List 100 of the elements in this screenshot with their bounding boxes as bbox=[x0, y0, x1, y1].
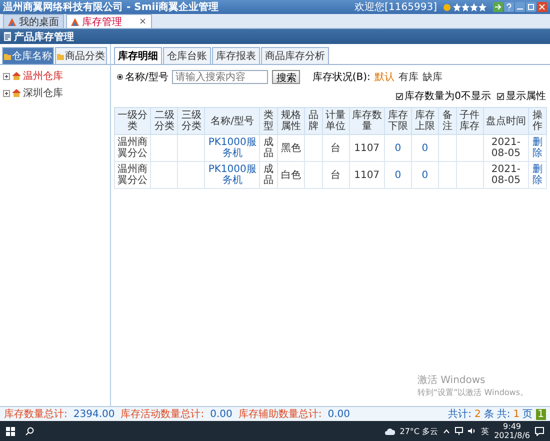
activation-hint: 转到“设置”以激活 Windows。 bbox=[417, 387, 528, 398]
table-cell: 0 bbox=[384, 162, 412, 188]
column-header: 备注 bbox=[438, 108, 456, 134]
column-header: 类型 bbox=[260, 108, 278, 134]
column-header: 品牌 bbox=[304, 108, 322, 134]
search-field[interactable]: 请输入搜索内容 bbox=[172, 70, 268, 84]
table-cell: 温州商翼分公 bbox=[114, 134, 151, 162]
sidebar-tab[interactable]: 仓库名称 bbox=[2, 47, 54, 64]
table-link[interactable]: 删除 bbox=[528, 134, 546, 162]
app-tab[interactable]: 我的桌面 bbox=[3, 14, 64, 28]
help-icon[interactable] bbox=[504, 2, 514, 12]
minimize-icon[interactable] bbox=[515, 2, 525, 12]
page-icon bbox=[4, 32, 11, 41]
tab-close-button[interactable]: × bbox=[139, 16, 147, 26]
table-cell: 成品 bbox=[260, 134, 278, 162]
column-header: 操作 bbox=[528, 108, 546, 134]
column-header: 规格属性 bbox=[278, 108, 305, 134]
sidebar-tab[interactable]: 商品分类 bbox=[55, 47, 107, 64]
clock-time: 9:49 bbox=[503, 422, 522, 431]
tab-label: 库存管理 bbox=[82, 16, 122, 28]
search-button[interactable]: 搜索 bbox=[272, 70, 300, 84]
tree-item[interactable]: 深圳仓库 bbox=[23, 86, 63, 100]
table-cell: 2021-08-05 bbox=[483, 134, 529, 162]
windows-logo-icon[interactable] bbox=[6, 426, 15, 436]
checkbox-label: 库存数量为0不显示 bbox=[404, 90, 491, 103]
folder-icon bbox=[57, 52, 64, 60]
pager-count: 1 bbox=[513, 408, 520, 420]
speaker-icon[interactable] bbox=[468, 427, 476, 435]
filter-link[interactable]: 缺库 bbox=[422, 70, 442, 84]
table-cell: 0 bbox=[384, 134, 412, 162]
cloud-icon bbox=[384, 428, 395, 434]
filter-label: 库存状况(B): bbox=[312, 70, 370, 84]
content-tab[interactable]: 库存明细 bbox=[114, 47, 162, 64]
content-tab[interactable]: 商品库存分析 bbox=[261, 47, 329, 64]
chevron-up-icon[interactable] bbox=[443, 428, 450, 434]
tree-item[interactable]: 温州仓库 bbox=[23, 69, 63, 83]
expand-icon[interactable] bbox=[3, 90, 10, 96]
pager-label: 页 bbox=[522, 408, 533, 421]
activation-title: 激活 Windows bbox=[417, 374, 486, 387]
total-label: 库存数量总计: bbox=[4, 408, 68, 421]
pager-label: 共计: bbox=[448, 408, 472, 421]
table-cell: 成品 bbox=[260, 162, 278, 188]
pager-count: 2 bbox=[474, 408, 481, 420]
table-link[interactable]: PK1000服务机 bbox=[204, 134, 260, 162]
content-tab[interactable]: 库存报表 bbox=[212, 47, 260, 64]
search-icon[interactable] bbox=[25, 426, 34, 436]
rank-stars-icon bbox=[443, 2, 487, 12]
table-cell: 1107 bbox=[349, 134, 384, 162]
total-value: 0.00 bbox=[328, 408, 350, 420]
clock-date: 2021/8/6 bbox=[494, 431, 530, 440]
pager-label: 条 bbox=[484, 408, 494, 421]
table-cell: 台 bbox=[322, 134, 350, 162]
column-header: 盘点时间 bbox=[483, 108, 529, 134]
radio-button[interactable] bbox=[117, 74, 123, 80]
column-header: 计量单位 bbox=[322, 108, 350, 134]
checkbox[interactable] bbox=[497, 92, 504, 100]
maximize-icon[interactable] bbox=[526, 2, 536, 12]
app-icon bbox=[8, 18, 16, 26]
table-cell: 温州商翼分公 bbox=[114, 162, 151, 188]
column-header: 库存下限 bbox=[384, 108, 412, 134]
radio-label: 名称/型号 bbox=[125, 70, 168, 84]
table-cell: 2021-08-05 bbox=[483, 162, 529, 188]
table-cell: 白色 bbox=[278, 162, 305, 188]
pager-label: 共: bbox=[496, 408, 510, 421]
column-header: 库存上限 bbox=[411, 108, 438, 134]
total-label: 库存辅助数量总计: bbox=[238, 408, 322, 421]
app-icon bbox=[71, 18, 79, 26]
table-cell: 1107 bbox=[349, 162, 384, 188]
input-language[interactable]: 英 bbox=[481, 426, 490, 436]
checkbox-label: 显示属性 bbox=[506, 90, 546, 103]
network-icon[interactable] bbox=[455, 427, 464, 435]
folder-icon bbox=[4, 52, 11, 60]
column-header: 库存数量 bbox=[349, 108, 384, 134]
table-cell: 0 bbox=[411, 162, 438, 188]
app-tab[interactable]: 库存管理 × bbox=[66, 14, 152, 28]
notification-icon[interactable] bbox=[535, 426, 544, 436]
total-value: 0.00 bbox=[210, 408, 232, 420]
go-icon[interactable] bbox=[493, 2, 503, 12]
window-title: 温州商翼网络科技有限公司 - Smii商翼企业管理 bbox=[3, 0, 219, 14]
column-header: 名称/型号 bbox=[204, 108, 260, 134]
tab-label: 我的桌面 bbox=[19, 16, 59, 28]
total-label: 库存活动数量总计: bbox=[120, 408, 204, 421]
column-header: 一级分类 bbox=[114, 108, 151, 134]
column-header: 二级分类 bbox=[150, 108, 178, 134]
table-cell: 0 bbox=[411, 134, 438, 162]
table-link[interactable]: PK1000服务机 bbox=[204, 162, 260, 188]
page-title: 产品库存管理 bbox=[14, 30, 74, 44]
total-value: 2394.00 bbox=[73, 408, 115, 420]
column-header: 三级分类 bbox=[178, 108, 205, 134]
table-cell: 台 bbox=[322, 162, 350, 188]
checkbox[interactable] bbox=[396, 92, 403, 100]
house-icon bbox=[12, 72, 21, 80]
filter-link[interactable]: 有库 bbox=[398, 70, 418, 84]
expand-icon[interactable] bbox=[3, 72, 10, 80]
table-cell: 黑色 bbox=[278, 134, 305, 162]
content-tab[interactable]: 仓库台账 bbox=[163, 47, 211, 64]
column-header: 子件库存 bbox=[456, 108, 484, 134]
weather-text: 27°C 多云 bbox=[400, 426, 438, 436]
close-icon[interactable] bbox=[537, 2, 547, 12]
table-link[interactable]: 删除 bbox=[528, 162, 546, 188]
